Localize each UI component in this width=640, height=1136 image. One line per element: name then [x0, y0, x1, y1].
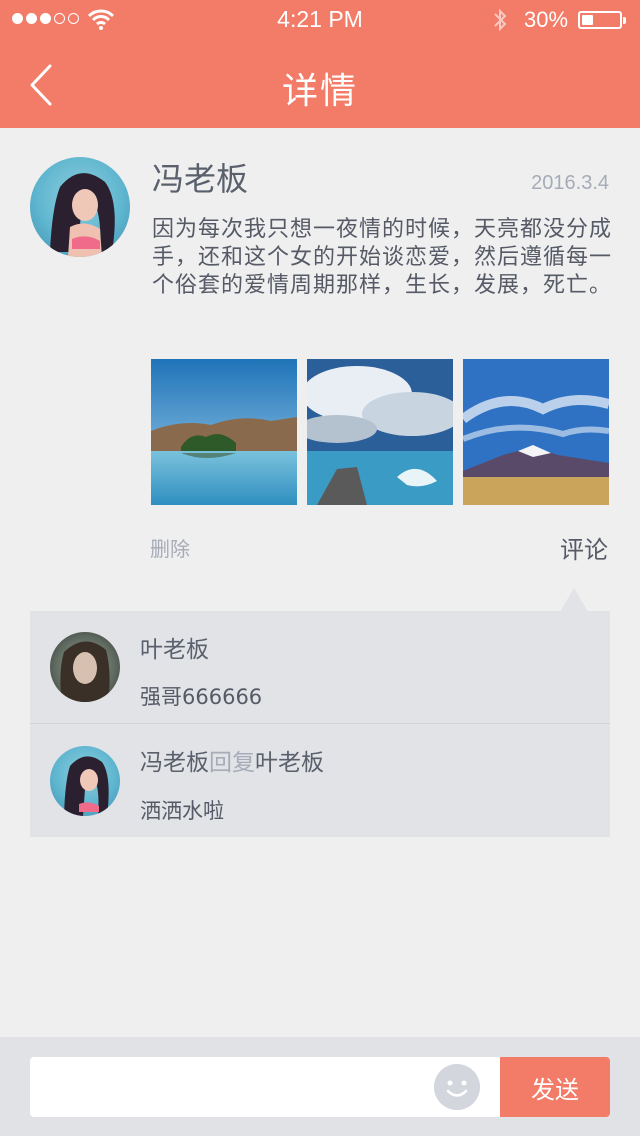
delete-post-link[interactable]: 删除	[150, 533, 190, 562]
lake-landscape-image	[151, 359, 297, 505]
battery-icon	[578, 11, 626, 29]
battery-fill	[582, 15, 593, 25]
smiley-icon[interactable]	[434, 1064, 480, 1110]
avatar-portrait-image	[60, 641, 110, 702]
reply-target-name[interactable]: 叶老板	[255, 750, 324, 776]
bluetooth-icon	[494, 8, 507, 32]
comment-list	[30, 611, 610, 837]
comment-author-name[interactable]: 叶老板	[140, 630, 209, 664]
comment-avatar[interactable]	[50, 632, 120, 702]
post-text: 因为每次我只想一夜情的时候，天亮都没分成手，还和这个女的开始谈恋爱，然后遵循每一…	[152, 217, 613, 298]
battery-nub	[623, 17, 626, 24]
page-title: 详情	[281, 71, 358, 112]
post-photo-mountain[interactable]	[463, 359, 609, 505]
navigation-header: 4:21 PM 30% 详情	[0, 0, 640, 128]
post-photo-pier[interactable]	[307, 359, 453, 505]
snow-mountain-field-image	[463, 359, 609, 505]
comment-reply-line: 冯老板回复叶老板	[140, 743, 324, 777]
stone-pier-clouds-image	[307, 359, 453, 505]
comment-box-caret	[560, 588, 588, 612]
comment-input[interactable]	[30, 1057, 500, 1117]
comment-text: 洒洒水啦	[140, 799, 224, 823]
reply-label: 回复	[209, 750, 255, 776]
send-button[interactable]: 发送	[500, 1057, 610, 1117]
comment-divider	[30, 723, 610, 724]
comment-button[interactable]: 评论	[560, 530, 608, 565]
avatar-portrait-image	[64, 756, 109, 816]
comment-author-name[interactable]: 冯老板	[140, 750, 209, 776]
battery-percentage: 30%	[524, 7, 569, 32]
comment-text: 强哥666666	[140, 685, 263, 709]
post-author-avatar[interactable]	[30, 157, 130, 257]
post-photo-lake[interactable]	[151, 359, 297, 505]
status-bar: 4:21 PM 30%	[0, 0, 640, 40]
comment-avatar[interactable]	[50, 746, 120, 816]
post-date: 2016.3.4	[531, 172, 609, 194]
avatar-portrait-image	[50, 173, 115, 257]
post-author-name[interactable]: 冯老板	[152, 154, 248, 200]
